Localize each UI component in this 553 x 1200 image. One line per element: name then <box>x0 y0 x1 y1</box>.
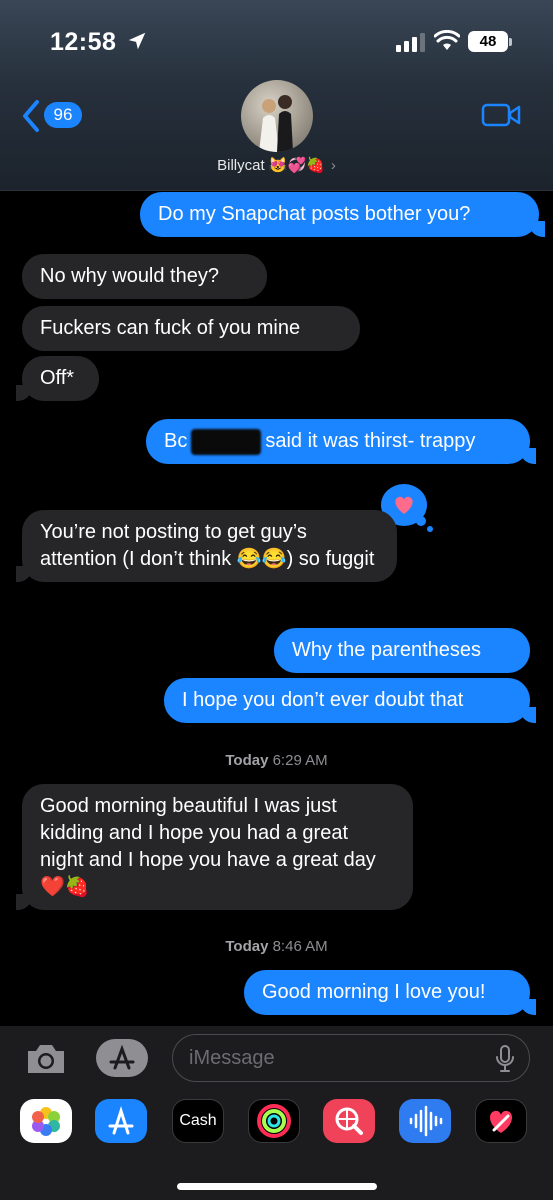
app-store-icon <box>108 1106 134 1135</box>
message-text: No why would they? <box>40 265 219 287</box>
cash-label: Cash <box>179 1112 217 1129</box>
activity-rings-icon <box>257 1104 291 1138</box>
message-bubble-incoming[interactable]: Fuckers can fuck of you mine <box>22 306 360 351</box>
message-text: I hope you don’t ever doubt that <box>182 689 464 711</box>
message-bubble-outgoing[interactable]: I hope you don’t ever doubt that <box>164 678 536 723</box>
message-bubble-incoming[interactable]: Off* <box>16 356 99 401</box>
message-text: Fuckers can fuck of you mine <box>40 317 301 339</box>
cellular-signal-icon <box>396 33 425 52</box>
avatar-photo <box>259 95 293 152</box>
heart-icon <box>490 1110 512 1133</box>
timestamp-time: 6:29 AM <box>272 752 328 769</box>
unread-count-badge: 96 <box>44 102 82 128</box>
timestamp: Today 8:46 AM <box>0 938 553 955</box>
fitness-app-button[interactable] <box>248 1099 300 1143</box>
message-text: Good morning I love you! <box>262 981 486 1003</box>
message-bubble-incoming[interactable]: Good morning beautiful I was just kiddin… <box>16 784 413 910</box>
timestamp-time: 8:46 AM <box>272 938 328 955</box>
timestamp-day: Today <box>225 938 269 955</box>
back-button[interactable]: 96 <box>20 98 90 134</box>
chevron-right-icon: › <box>330 157 336 174</box>
status-time: 12:58 <box>50 28 117 56</box>
conversation-header: 12:58 48 96 Billycat 😻💞🍓 › <box>0 0 553 191</box>
message-text: Why the parentheses <box>292 639 481 661</box>
sound-wave-icon <box>409 1105 443 1137</box>
globe-search-icon <box>335 1107 363 1135</box>
apple-cash-app-button[interactable]: Cash <box>172 1099 224 1143</box>
message-bubble-incoming[interactable]: You’re not posting to get guy’s attentio… <box>16 510 397 582</box>
message-bubble-incoming[interactable]: No why would they? <box>22 254 267 299</box>
message-text-suffix: said it was thirst- trappy <box>265 430 476 452</box>
message-bubble-outgoing[interactable]: Do my Snapchat posts bother you? <box>140 192 545 237</box>
photos-icon <box>32 1107 60 1136</box>
camera-icon[interactable] <box>24 1041 68 1077</box>
battery-tip <box>509 38 512 46</box>
message-bubble-outgoing[interactable]: Good morning I love you! <box>244 970 536 1015</box>
timestamp: Today 6:29 AM <box>0 752 553 769</box>
contact-name-row[interactable]: Billycat 😻💞🍓 › <box>0 156 553 174</box>
timestamp-day: Today <box>225 752 269 769</box>
tapback-tail <box>427 526 433 532</box>
photos-app-button[interactable] <box>20 1099 72 1143</box>
battery-indicator: 48 <box>468 31 508 52</box>
heart-app-button[interactable] <box>475 1099 527 1143</box>
message-text: Do my Snapchat posts bother you? <box>158 203 471 225</box>
microphone-icon[interactable] <box>494 1044 516 1074</box>
location-arrow-icon <box>128 32 146 50</box>
message-bubble-outgoing[interactable]: Bc said it was thirst- trappy <box>146 419 536 464</box>
message-input[interactable] <box>172 1034 530 1082</box>
tapback-tail <box>416 516 426 526</box>
message-text: Off* <box>40 367 75 389</box>
contact-name: Billycat 😻💞🍓 <box>217 157 325 174</box>
app-store-button[interactable] <box>96 1039 148 1077</box>
app-store-icon <box>109 1044 135 1070</box>
redacted-name <box>191 428 262 455</box>
message-bubble-outgoing[interactable]: Why the parentheses <box>274 628 530 673</box>
message-text: Good morning beautiful I was just kiddin… <box>40 795 376 898</box>
home-indicator <box>177 1183 377 1190</box>
chevron-left-icon <box>23 100 39 132</box>
contact-avatar[interactable] <box>241 80 313 152</box>
video-call-icon[interactable] <box>481 101 521 129</box>
image-search-app-button[interactable] <box>323 1099 375 1143</box>
message-text: You’re not posting to get guy’s attentio… <box>40 521 375 570</box>
message-text-prefix: Bc <box>164 430 188 452</box>
app-store-app-button[interactable] <box>95 1099 147 1143</box>
audio-app-button[interactable] <box>399 1099 451 1143</box>
wifi-icon <box>434 30 460 50</box>
